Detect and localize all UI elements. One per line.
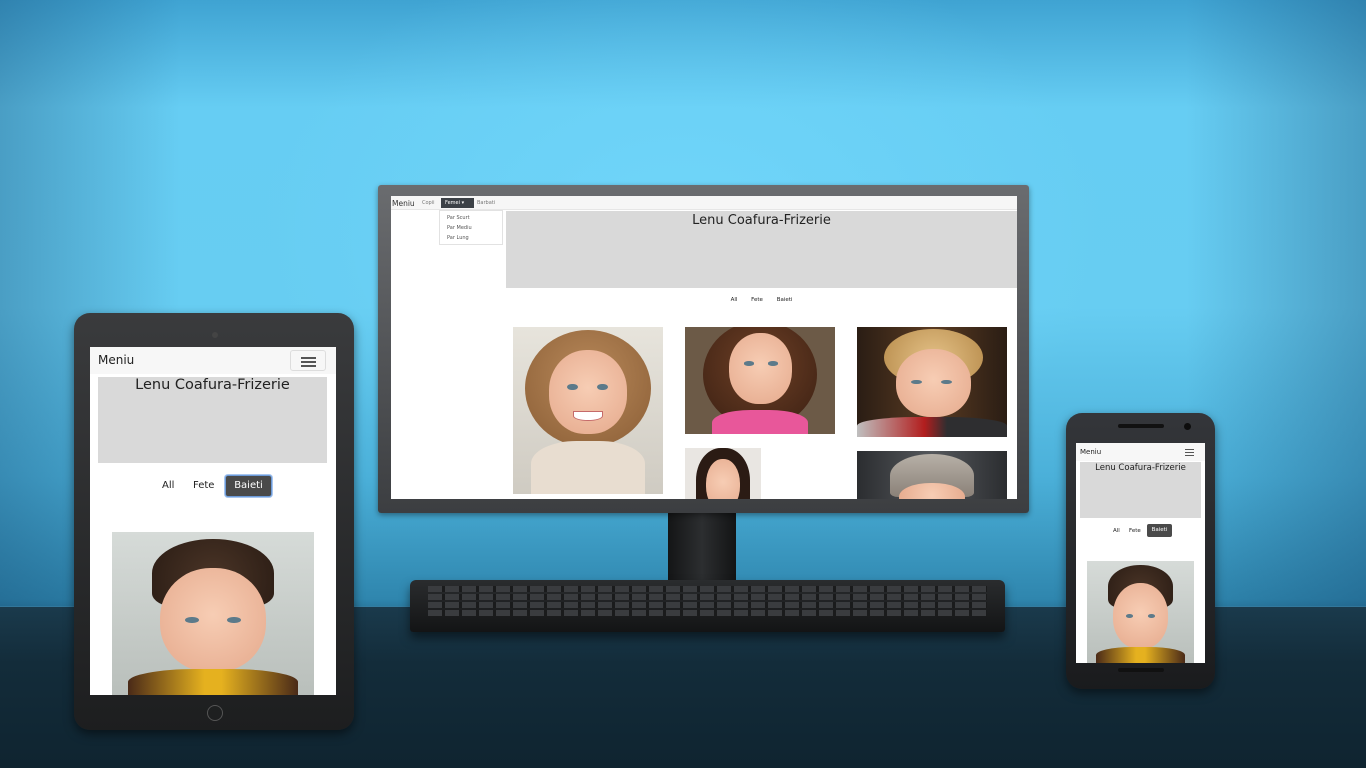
phone-bottom-speaker: [1118, 668, 1164, 672]
gallery-photo-boy-blond[interactable]: [857, 327, 1007, 437]
gallery-photo-boy-smiling[interactable]: [1087, 561, 1194, 663]
filter-all[interactable]: All: [1113, 528, 1120, 534]
dropdown-item-par-scurt[interactable]: Par Scurt: [447, 215, 470, 221]
nav-femei-dropdown[interactable]: Femei ▾: [441, 198, 474, 208]
filter-fete[interactable]: Fete: [193, 480, 214, 491]
gallery-photo-boy-fade[interactable]: [857, 451, 1007, 499]
tablet-screen: Meniu Lenu Coafura-Frizerie All Fete Bai…: [90, 347, 336, 695]
desktop-screen: Meniu Copii Femei ▾ Barbati Par Scurt Pa…: [391, 196, 1017, 499]
filter-fete[interactable]: Fete: [751, 297, 763, 303]
gallery-photo-boy-smiling[interactable]: [112, 532, 314, 695]
desktop-monitor: Meniu Copii Femei ▾ Barbati Par Scurt Pa…: [378, 185, 1029, 513]
tablet-camera: [212, 332, 218, 338]
nav-copii[interactable]: Copii: [422, 200, 435, 206]
nav-barbati[interactable]: Barbati: [477, 200, 495, 206]
navbar-brand[interactable]: Meniu: [1080, 448, 1101, 456]
filter-baieti-active[interactable]: Baieti: [225, 475, 272, 497]
femei-dropdown-menu: Par Scurt Par Mediu Par Lung: [439, 210, 503, 245]
phone-camera: [1184, 423, 1191, 430]
page-title: Lenu Coafura-Frizerie: [135, 377, 290, 393]
tablet-home-button: [207, 705, 223, 721]
phone-speaker: [1118, 424, 1164, 428]
phone-screen: Meniu Lenu Coafura-Frizerie All Fete Bai…: [1076, 443, 1205, 663]
desktop-navbar: Meniu Copii Femei ▾ Barbati: [391, 196, 1017, 210]
phone-device: Meniu Lenu Coafura-Frizerie All Fete Bai…: [1066, 413, 1215, 689]
desktop-jumbotron: Lenu Coafura-Frizerie: [506, 211, 1017, 288]
dropdown-item-par-lung[interactable]: Par Lung: [447, 235, 469, 241]
filter-baieti-active[interactable]: Baieti: [1147, 524, 1172, 537]
navbar-brand[interactable]: Meniu: [392, 199, 415, 208]
phone-navbar: Meniu: [1076, 443, 1205, 461]
tablet-jumbotron: Lenu Coafura-Frizerie: [98, 377, 327, 463]
dropdown-item-par-mediu[interactable]: Par Mediu: [447, 225, 472, 231]
tablet-filter-bar: All Fete Baieti: [90, 475, 336, 497]
desktop-filter-bar: All Fete Baieti: [506, 297, 1017, 303]
page-title: Lenu Coafura-Frizerie: [1095, 463, 1186, 473]
hamburger-icon[interactable]: [290, 350, 326, 371]
gallery-photo-girl-pink[interactable]: [685, 327, 835, 434]
caret-down-icon: ▾: [461, 200, 465, 206]
gallery-photo-girl-dark[interactable]: [685, 448, 761, 499]
filter-all[interactable]: All: [731, 297, 738, 303]
filter-baieti[interactable]: Baieti: [777, 297, 793, 303]
tablet-device: Meniu Lenu Coafura-Frizerie All Fete Bai…: [74, 313, 354, 730]
navbar-brand[interactable]: Meniu: [98, 353, 134, 367]
filter-all[interactable]: All: [162, 480, 174, 491]
keyboard: [410, 580, 1005, 632]
phone-jumbotron: Lenu Coafura-Frizerie: [1080, 462, 1201, 518]
keyboard-keys: [428, 586, 987, 618]
hamburger-icon[interactable]: [1181, 446, 1199, 458]
gallery-photo-girl-curly[interactable]: [513, 327, 663, 494]
page-title: Lenu Coafura-Frizerie: [692, 213, 831, 228]
tablet-navbar: Meniu: [90, 347, 336, 374]
filter-fete[interactable]: Fete: [1129, 528, 1141, 534]
nav-femei-label: Femei: [445, 200, 461, 206]
phone-filter-bar: All Fete Baieti: [1076, 524, 1205, 538]
